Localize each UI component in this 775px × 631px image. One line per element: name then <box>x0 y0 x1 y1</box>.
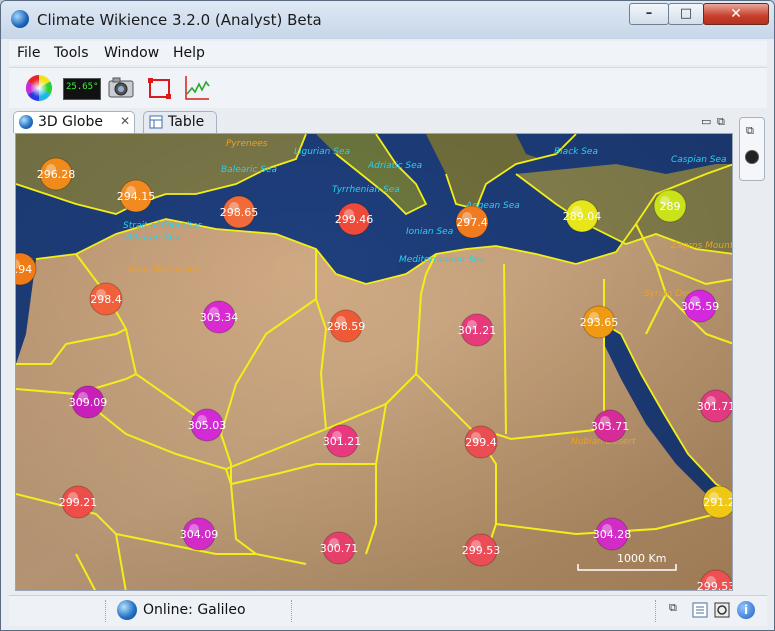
tab-3d-globe[interactable]: 3D Globe ✕ <box>13 111 135 133</box>
menu-bar: File Tools Window Help <box>9 41 767 65</box>
temperature-marker-label: 301.21 <box>458 324 497 337</box>
window-title: Climate Wikience 3.2.0 (Analyst) Beta <box>37 11 322 29</box>
place-label-pyrenees: Pyrenees <box>226 139 268 149</box>
status-separator <box>105 600 108 622</box>
temperature-marker-label: 291.2 <box>703 496 733 509</box>
temperature-marker-label: 304.28 <box>593 528 632 541</box>
place-label-adriatic-sea: Adriatic Sea <box>367 161 422 171</box>
place-label-strait-of-gibraltar: Strait of Gibraltar <box>123 221 203 231</box>
temperature-marker-label: 299.4 <box>465 436 497 449</box>
temperature-marker-label: 297.4 <box>456 216 488 229</box>
app-window: Climate Wikience 3.2.0 (Analyst) Beta – … <box>0 0 775 631</box>
temperature-marker-label: 289 <box>660 200 681 213</box>
maximize-view-icon[interactable]: ⧉ <box>717 115 725 129</box>
toolbar: 25.65° <box>9 67 767 108</box>
app-globe-icon <box>11 10 29 28</box>
restore-icon[interactable]: ⧉ <box>669 601 687 619</box>
tab-table-label: Table <box>168 114 205 130</box>
temperature-marker-label: 304.09 <box>180 528 219 541</box>
title-bar[interactable]: Climate Wikience 3.2.0 (Analyst) Beta – … <box>1 1 774 39</box>
temperature-value: 25.65° <box>66 82 99 92</box>
status-separator <box>655 600 658 622</box>
settings-panel-icon[interactable] <box>691 601 709 619</box>
temperature-marker-label: 309.09 <box>69 396 108 409</box>
tab-3d-globe-label: 3D Globe <box>38 114 103 130</box>
temperature-marker-label: 305.03 <box>188 419 227 432</box>
camera-icon[interactable] <box>107 74 135 102</box>
minimize-button[interactable]: – <box>629 3 669 25</box>
color-wheel-icon[interactable] <box>25 74 53 102</box>
menu-help[interactable]: Help <box>173 45 205 61</box>
temperature-marker-label: 296.28 <box>37 168 76 181</box>
minimize-icon: – <box>645 6 653 21</box>
globe-icon <box>19 115 33 129</box>
temperature-display-icon[interactable]: 25.65° <box>63 78 101 100</box>
side-panel: ⧉ <box>739 117 765 181</box>
online-globe-icon <box>117 600 137 620</box>
place-label-ionian-sea: Ionian Sea <box>406 227 453 237</box>
status-separator <box>291 600 294 622</box>
temperature-marker-label: 301.21 <box>323 435 362 448</box>
temperature-marker-label: 6.94 <box>16 263 32 276</box>
place-label-atlas-mountains: Atlas Mountains <box>127 265 200 275</box>
place-label-zagros-mount: Zagros Mount <box>670 241 733 251</box>
temperature-marker-label: 303.34 <box>200 311 239 324</box>
temperature-marker-label: 293.65 <box>580 316 619 329</box>
temperature-marker-label: 299.53 <box>697 580 733 591</box>
temperature-marker-label: 300.71 <box>320 542 359 555</box>
temperature-marker-label: 298.59 <box>327 320 366 333</box>
place-label-caspian-sea: Caspian Sea <box>671 155 727 165</box>
status-bar: Online: Galileo ⧉ i <box>9 595 767 626</box>
temperature-marker-label: 299.53 <box>462 544 501 557</box>
maximize-icon: □ <box>679 6 693 21</box>
temperature-marker-label: 298.65 <box>220 206 259 219</box>
tab-close-icon[interactable]: ✕ <box>120 114 130 128</box>
place-label-black-sea: Black Sea <box>554 147 598 157</box>
place-label-alboran-sea: Alboran Sea <box>125 233 180 243</box>
temperature-marker-label: 299.21 <box>59 496 98 509</box>
selection-rectangle-icon[interactable] <box>145 74 173 102</box>
temperature-marker-label: 299.46 <box>335 213 374 226</box>
menu-file[interactable]: File <box>17 45 40 61</box>
menu-window[interactable]: Window <box>104 45 159 61</box>
layers-icon[interactable] <box>713 601 731 619</box>
temperature-marker-label: 294.15 <box>117 190 156 203</box>
close-button[interactable]: ✕ <box>703 3 769 25</box>
close-icon: ✕ <box>730 6 742 22</box>
view-tabs: 3D Globe ✕ Table <box>13 111 735 133</box>
restore-panel-icon[interactable]: ⧉ <box>746 124 754 138</box>
tab-table[interactable]: Table <box>143 111 217 133</box>
temperature-marker-label: 298.4 <box>90 293 122 306</box>
table-icon <box>149 115 163 129</box>
maximize-button[interactable]: □ <box>668 3 704 25</box>
chart-icon[interactable] <box>183 74 211 102</box>
info-icon[interactable]: i <box>737 601 755 619</box>
globe-map-view[interactable]: Pyrenees Ligurian Sea Balearic Sea Adria… <box>15 133 733 591</box>
place-label-tyrrhenian-sea: Tyrrhenian Sea <box>332 185 400 195</box>
place-label-balearic-sea: Balearic Sea <box>221 165 277 175</box>
temperature-marker-label: 305.59 <box>681 300 720 313</box>
minimize-view-icon[interactable]: ▭ <box>701 115 711 128</box>
scale-label: 1000 Km <box>617 552 666 565</box>
clock-icon[interactable] <box>745 150 759 164</box>
temperature-marker-label: 289.04 <box>563 210 602 223</box>
menu-tools[interactable]: Tools <box>54 45 89 61</box>
connection-status: Online: Galileo <box>143 602 246 618</box>
place-label-mediterranean-sea: Mediterranean Sea <box>399 255 485 265</box>
temperature-marker-label: 301.71 <box>697 400 733 413</box>
place-label-ligurian-sea: Ligurian Sea <box>294 147 350 157</box>
temperature-marker-label: 303.71 <box>591 420 630 433</box>
